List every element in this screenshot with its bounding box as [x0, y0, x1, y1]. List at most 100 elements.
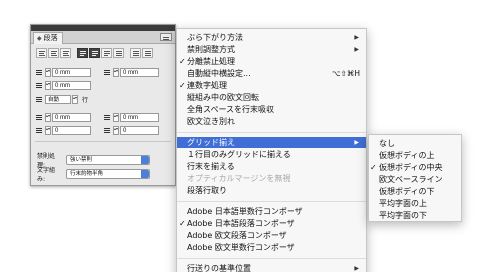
submenu-item-em-top[interactable]: 仮想ボディの上 [369, 150, 461, 161]
space-after-field[interactable]: 0 mm [120, 113, 159, 122]
menu-item-label: 縦組み中の欧文回転 [187, 93, 259, 102]
menu-item-label: １行目のみグリッドに揃える [187, 150, 291, 159]
menu-item-leading-base[interactable]: 行送りの基準位置 ▶ [177, 263, 366, 272]
justify-center-icon[interactable] [89, 48, 100, 58]
grid-align-submenu: なし 仮想ボディの上 ✓ 仮想ボディの中央 欧文ベースライン 仮想ボディの下 平… [368, 134, 462, 222]
drop-chars-row: ▴▾ 0 [103, 126, 159, 135]
submenu-item-label: 欧文ベースライン [379, 175, 443, 184]
submenu-item-roman-baseline[interactable]: 欧文ベースライン [369, 174, 461, 185]
drop-cap-chars-field[interactable]: 0 [120, 126, 159, 135]
mojikumi-select[interactable]: 行末約物半角 [66, 169, 150, 179]
first-indent-stepper[interactable]: ▴▾ [45, 81, 51, 90]
submenu-item-em-center[interactable]: ✓ 仮想ボディの中央 [369, 162, 461, 173]
menu-item-label: Adobe 欧文段落コンポーザ [187, 231, 287, 240]
menu-separator [177, 132, 366, 133]
align-away-spine-icon[interactable] [142, 48, 153, 58]
divider [35, 141, 171, 142]
drop-lines-stepper[interactable]: ▴▾ [45, 126, 51, 135]
menu-item-auto-tcy[interactable]: 自動縦中横設定... ⌥⇧⌘H [177, 68, 366, 79]
mojikumi-row: 文字組み: 行末約物半角 [37, 165, 150, 183]
submenu-arrow-icon: ▶ [354, 265, 359, 272]
submenu-item-icf-bottom[interactable]: 平均字面の下 [369, 210, 461, 221]
menu-item-no-break[interactable]: ✓ 分離禁止処理 [177, 56, 366, 67]
space-after-icon [103, 114, 112, 122]
auto-stepper[interactable]: ▴▾ [72, 95, 78, 104]
menu-item-burasagari[interactable]: ぶら下がり方法 ▶ [177, 32, 366, 43]
menu-item-label: オプティカルマージンを無視 [187, 174, 291, 183]
drop-cap-lines-icon [35, 127, 44, 135]
menu-item-roman-paragraph[interactable]: Adobe 欧文段落コンポーザ [177, 230, 366, 241]
line-label: 行 [82, 97, 89, 104]
menu-item-renumber[interactable]: ✓ 連数字処理 [177, 80, 366, 91]
check-icon: ✓ [370, 163, 377, 172]
menu-item-roman-split[interactable]: 欧文泣き別れ [177, 116, 366, 127]
panel-title: 段落 [43, 34, 58, 42]
menu-item-label: Adobe 欧文単数行コンポーザ [187, 243, 295, 252]
kinsoku-select[interactable]: 強い禁則 [66, 155, 150, 165]
menu-item-label: Adobe 日本語段落コンポーザ [187, 219, 295, 228]
menu-item-label: 分離禁止処理 [187, 57, 235, 66]
menu-item-grid-align[interactable]: グリッド揃え ▶ [177, 137, 366, 148]
first-line-indent-field[interactable]: 0 mm [52, 81, 91, 90]
submenu-item-label: なし [379, 139, 395, 148]
submenu-item-none[interactable]: なし [369, 138, 461, 149]
check-icon: ✓ [179, 219, 186, 228]
submenu-item-label: 仮想ボディの下 [379, 187, 435, 196]
space-after-row: ▴▾ 0 mm [103, 113, 159, 122]
submenu-item-label: 平均字面の上 [379, 199, 427, 208]
collapse-icon[interactable]: ◆ [37, 33, 42, 44]
submenu-item-label: 平均字面の下 [379, 211, 427, 220]
menu-item-jp-paragraph[interactable]: ✓ Adobe 日本語段落コンポーザ [177, 218, 366, 229]
space-before-field[interactable]: 0 mm [52, 113, 91, 122]
right-indent-icon [103, 69, 112, 77]
menu-item-label: グリッド揃え [187, 138, 235, 147]
panel-tabbar: ◆ 段落 [31, 31, 175, 44]
align-center-icon[interactable] [48, 48, 59, 58]
tab-paragraph[interactable]: ◆ 段落 [33, 32, 63, 44]
menu-item-jp-single-line[interactable]: Adobe 日本語単数行コンポーザ [177, 206, 366, 217]
auto-select[interactable]: 自動 [45, 95, 71, 104]
space-before-icon [35, 114, 44, 122]
menu-item-label: 行末を揃える [187, 162, 235, 171]
left-indent-icon [35, 69, 44, 77]
left-indent-field[interactable]: 0 mm [52, 68, 91, 77]
align-left-icon[interactable] [36, 48, 47, 58]
menu-item-balance-lines[interactable]: 行末を揃える [177, 161, 366, 172]
right-indent-field[interactable]: 0 mm [120, 68, 159, 77]
menu-item-kinsoku-method[interactable]: 禁則調整方式 ▶ [177, 44, 366, 55]
submenu-item-label: 仮想ボディの中央 [379, 163, 443, 172]
drop-cap-chars-icon [103, 127, 112, 135]
right-indent-row: ▴▾ 0 mm [103, 68, 159, 77]
justify-all-icon[interactable] [113, 48, 124, 58]
space-after-stepper[interactable]: ▴▾ [113, 113, 119, 122]
left-indent-stepper[interactable]: ▴▾ [45, 68, 51, 77]
drop-chars-stepper[interactable]: ▴▾ [113, 126, 119, 135]
space-before-stepper[interactable]: ▴▾ [45, 113, 51, 122]
align-right-icon[interactable] [60, 48, 71, 58]
submenu-arrow-icon: ▶ [354, 46, 359, 53]
menu-separator [177, 258, 366, 259]
first-line-indent-icon [35, 82, 44, 90]
paragraph-panel-menu: ぶら下がり方法 ▶ 禁則調整方式 ▶ ✓ 分離禁止処理 自動縦中横設定... ⌥… [176, 28, 367, 272]
justify-right-icon[interactable] [101, 48, 112, 58]
menu-item-span-lines[interactable]: 段落行取り [177, 185, 366, 196]
mojikumi-label: 文字組み: [37, 167, 56, 183]
menu-item-roman-rotate[interactable]: 縦組み中の欧文回転 [177, 92, 366, 103]
drop-cap-lines-field[interactable]: 0 [52, 126, 91, 135]
menu-item-label: 禁則調整方式 [187, 45, 235, 54]
submenu-arrow-icon: ▶ [354, 139, 359, 146]
justify-left-icon[interactable] [77, 48, 88, 58]
menu-item-absorb-space[interactable]: 全角スペースを行末吸収 [177, 104, 366, 115]
menu-item-roman-single-line[interactable]: Adobe 欧文単数行コンポーザ [177, 242, 366, 253]
menu-item-label: Adobe 日本語単数行コンポーザ [187, 207, 303, 216]
submenu-item-label: 仮想ボディの上 [379, 151, 435, 160]
menu-item-first-line-grid[interactable]: １行目のみグリッドに揃える [177, 149, 366, 160]
menu-item-label: 行送りの基準位置 [187, 264, 251, 272]
panel-menu-icon[interactable] [160, 33, 172, 41]
submenu-item-em-bottom[interactable]: 仮想ボディの下 [369, 186, 461, 197]
right-indent-stepper[interactable]: ▴▾ [113, 68, 119, 77]
drop-lines-row: ▴▾ 0 [35, 126, 91, 135]
align-towards-spine-icon[interactable] [130, 48, 141, 58]
submenu-arrow-icon: ▶ [354, 34, 359, 41]
submenu-item-icf-top[interactable]: 平均字面の上 [369, 198, 461, 209]
